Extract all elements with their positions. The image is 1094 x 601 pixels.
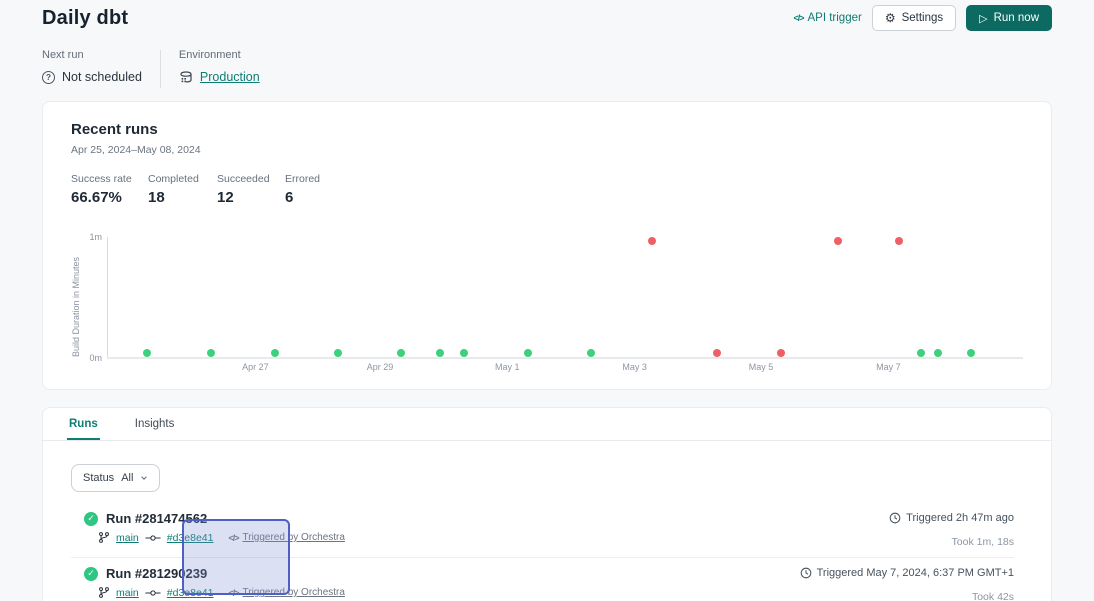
chart-xtick-label: May 3 bbox=[622, 362, 647, 372]
stat-errored: Errored 6 bbox=[285, 173, 320, 206]
run-row-right: Triggered May 7, 2024, 6:37 PM GMT+1 Too… bbox=[800, 566, 1014, 601]
recent-runs-date-range: Apr 25, 2024–May 08, 2024 bbox=[71, 144, 1023, 156]
play-icon: ▷ bbox=[979, 13, 987, 24]
run-triggered-text: Triggered May 7, 2024, 6:37 PM GMT+1 bbox=[817, 567, 1014, 579]
job-page: Daily dbt </> API trigger ⚙ Settings ▷ R… bbox=[0, 0, 1094, 601]
recent-runs-title: Recent runs bbox=[71, 121, 1023, 138]
stat-succeeded: Succeeded 12 bbox=[217, 173, 285, 206]
tab-insights[interactable]: Insights bbox=[133, 408, 177, 440]
chart-xticks: Apr 27 Apr 29 May 1 May 3 May 5 May 7 bbox=[107, 357, 1023, 373]
run-row-right: Triggered 2h 47m ago Took 1m, 18s bbox=[889, 511, 1014, 548]
next-run-text: Not scheduled bbox=[62, 70, 142, 84]
environment-link[interactable]: Production bbox=[200, 70, 260, 84]
stat-completed: Completed 18 bbox=[148, 173, 217, 206]
runs-card: Runs Insights Status All ✓ Run #28147456… bbox=[42, 407, 1052, 601]
help-circle-icon: ? bbox=[42, 71, 55, 84]
chart-point bbox=[834, 237, 842, 245]
git-branch-icon bbox=[98, 531, 110, 544]
stat-value: 6 bbox=[285, 189, 320, 206]
run-took-text: Took 1m, 18s bbox=[889, 536, 1014, 548]
chart-xtick-label: Apr 27 bbox=[242, 362, 269, 372]
status-filter-value: All bbox=[121, 472, 133, 484]
stat-value: 18 bbox=[148, 189, 217, 206]
gear-icon: ⚙ bbox=[885, 12, 896, 24]
chart-point bbox=[648, 237, 656, 245]
page-header: Daily dbt </> API trigger ⚙ Settings ▷ R… bbox=[42, 2, 1052, 34]
chart-point bbox=[895, 237, 903, 245]
recent-runs-card: Recent runs Apr 25, 2024–May 08, 2024 Su… bbox=[42, 101, 1052, 390]
commit-icon bbox=[145, 588, 161, 598]
build-duration-chart: Build Duration in Minutes 1m 0m Apr 27Ap… bbox=[71, 237, 1023, 377]
run-now-label: Run now bbox=[994, 12, 1039, 24]
status-filter-label: Status bbox=[83, 472, 114, 484]
run-took-text: Took 42s bbox=[800, 591, 1014, 601]
chart-plot-outer: 1m 0m Apr 27 Apr 29 May 1 May 3 May 5 May 7 bbox=[107, 237, 1023, 373]
git-branch-icon bbox=[98, 586, 110, 599]
chart-y-axis-label: Build Duration in Minutes bbox=[71, 237, 81, 357]
branch-link[interactable]: main bbox=[116, 532, 139, 544]
environment-label: Environment bbox=[179, 49, 260, 61]
settings-label: Settings bbox=[902, 12, 944, 24]
chart-xtick-label: May 1 bbox=[495, 362, 520, 372]
stat-label: Errored bbox=[285, 173, 320, 185]
annotation-highlight-box bbox=[182, 519, 290, 595]
header-actions: </> API trigger ⚙ Settings ▷ Run now bbox=[793, 5, 1052, 31]
stats-row: Success rate 66.67% Completed 18 Succeed… bbox=[71, 173, 1023, 206]
stat-success-rate: Success rate 66.67% bbox=[71, 173, 148, 206]
clock-icon bbox=[800, 567, 812, 579]
stat-value: 66.67% bbox=[71, 189, 148, 206]
branch-link[interactable]: main bbox=[116, 587, 139, 599]
runs-list: ✓ Run #281474562 main bbox=[71, 503, 1014, 601]
code-icon: </> bbox=[793, 13, 803, 23]
stat-label: Completed bbox=[148, 173, 217, 185]
status-filter-dropdown[interactable]: Status All bbox=[71, 464, 160, 492]
meta-divider bbox=[160, 50, 161, 88]
commit-icon bbox=[145, 533, 161, 543]
runs-content: Status All ✓ Run #281474562 bbox=[43, 441, 1051, 601]
runs-tabbar: Runs Insights bbox=[43, 408, 1051, 441]
environment-block: Environment Production bbox=[179, 49, 260, 88]
chart-xtick-label: May 7 bbox=[876, 362, 901, 372]
chart-xtick-label: May 5 bbox=[749, 362, 774, 372]
chart-xtick-label: Apr 29 bbox=[367, 362, 394, 372]
next-run-block: Next run ? Not scheduled bbox=[42, 49, 142, 88]
next-run-value: ? Not scheduled bbox=[42, 70, 142, 84]
chart-ytick-max: 1m bbox=[89, 232, 102, 242]
settings-button[interactable]: ⚙ Settings bbox=[872, 5, 956, 31]
page-title: Daily dbt bbox=[42, 7, 128, 30]
chart-ytick-min: 0m bbox=[89, 353, 102, 363]
stat-value: 12 bbox=[217, 189, 285, 206]
next-run-label: Next run bbox=[42, 49, 142, 61]
clock-icon bbox=[889, 512, 901, 524]
job-meta: Next run ? Not scheduled Environment bbox=[42, 49, 1052, 88]
chart-plot: 1m 0m bbox=[107, 237, 1023, 357]
check-circle-icon: ✓ bbox=[84, 512, 98, 526]
api-trigger-link[interactable]: </> API trigger bbox=[793, 12, 861, 24]
api-trigger-label: API trigger bbox=[807, 12, 861, 24]
environment-value: Production bbox=[179, 70, 260, 84]
stat-label: Success rate bbox=[71, 173, 148, 185]
environment-icon bbox=[179, 70, 193, 84]
tab-runs[interactable]: Runs bbox=[67, 408, 100, 440]
stat-label: Succeeded bbox=[217, 173, 285, 185]
run-triggered-text: Triggered 2h 47m ago bbox=[906, 512, 1014, 524]
check-circle-icon: ✓ bbox=[84, 567, 98, 581]
run-now-button[interactable]: ▷ Run now bbox=[966, 5, 1052, 31]
chevron-down-icon bbox=[140, 474, 148, 482]
